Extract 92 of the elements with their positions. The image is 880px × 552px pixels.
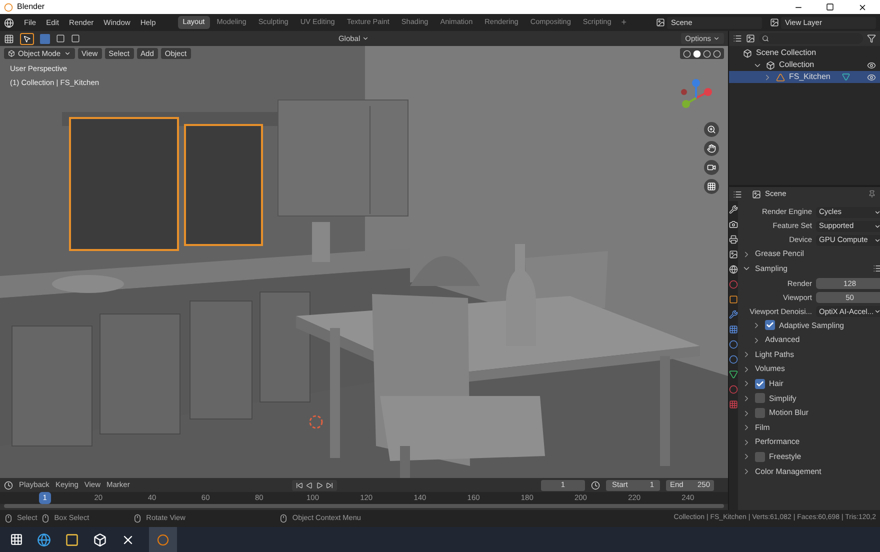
editor-type-icon[interactable] <box>4 480 13 490</box>
outliner-label: Collection <box>779 59 814 71</box>
constraint-tab-icon[interactable] <box>729 355 738 364</box>
editor-type-icon[interactable] <box>4 34 14 44</box>
display-mode-icon[interactable] <box>746 34 755 43</box>
caret-icon[interactable] <box>742 250 751 259</box>
play-icon[interactable] <box>316 482 323 488</box>
scene-icon <box>752 190 761 198</box>
select-tool-button[interactable] <box>20 32 34 44</box>
chevron-down-icon <box>713 35 720 42</box>
caret-icon[interactable] <box>742 466 751 476</box>
chevron-down-icon <box>362 35 370 42</box>
filter-icon[interactable] <box>867 34 876 43</box>
render-tab-icon[interactable] <box>729 220 738 229</box>
play-reverse-icon[interactable] <box>306 482 313 488</box>
check-icon <box>756 380 764 388</box>
search-icon <box>762 35 769 42</box>
chevron-down-icon <box>874 308 880 315</box>
jump-end-icon[interactable] <box>326 482 333 488</box>
material-shading-icon[interactable] <box>703 50 711 58</box>
object-tab-icon[interactable] <box>729 295 738 304</box>
taskbar-app-button[interactable] <box>149 527 177 552</box>
list-icon[interactable] <box>872 264 880 274</box>
scene-tab-icon[interactable] <box>729 265 738 274</box>
rendered-shading-icon[interactable] <box>713 50 721 58</box>
checkbox[interactable] <box>765 320 775 330</box>
video-camera-icon <box>707 163 716 172</box>
mouse-icon <box>41 514 50 523</box>
chevron-down-icon <box>64 50 71 57</box>
outliner-row[interactable]: FS_Kitchen <box>729 71 880 83</box>
stopwatch-icon[interactable] <box>591 480 600 490</box>
outliner-row[interactable]: Scene Collection <box>729 47 880 59</box>
data-tab-icon[interactable] <box>729 370 738 379</box>
pin-icon[interactable] <box>868 190 876 198</box>
physics-tab-icon[interactable] <box>729 340 738 349</box>
modifier-tab-icon[interactable] <box>729 310 738 319</box>
caret-icon[interactable] <box>742 452 751 462</box>
world-tab-icon[interactable] <box>729 280 738 289</box>
checkbox[interactable] <box>755 408 765 418</box>
shading-buttons[interactable] <box>680 48 724 59</box>
browser-icon[interactable] <box>37 532 51 546</box>
mouse-icon <box>133 514 142 523</box>
checkbox[interactable] <box>755 393 765 404</box>
outliner-label: Scene Collection <box>756 47 816 59</box>
outliner-row[interactable]: Collection <box>729 59 880 71</box>
caret-icon[interactable] <box>742 423 751 432</box>
window-title: Blender <box>17 1 45 13</box>
solid-shading-icon[interactable] <box>693 50 701 58</box>
visibility-icon[interactable] <box>867 60 876 70</box>
material-tab-icon[interactable] <box>729 385 738 394</box>
collection-icon <box>743 48 752 58</box>
zoom-in-icon <box>707 125 716 134</box>
caret-icon[interactable] <box>742 350 751 360</box>
maximize-icon <box>826 3 834 11</box>
check-icon <box>766 321 774 330</box>
output-tab-icon[interactable] <box>729 235 738 244</box>
view-layer-icon[interactable] <box>770 18 779 27</box>
checkbox[interactable] <box>755 452 765 462</box>
mouse-icon <box>279 514 288 523</box>
add-workspace-button[interactable]: + <box>618 16 630 30</box>
checkbox[interactable] <box>755 378 765 389</box>
caret-icon[interactable] <box>752 336 761 345</box>
caret-icon[interactable] <box>742 379 751 388</box>
texture-tab-icon[interactable] <box>729 400 738 409</box>
caret-icon[interactable] <box>752 320 761 330</box>
caret-icon[interactable] <box>742 408 751 418</box>
object-icon <box>776 72 785 82</box>
editor-type-icon[interactable] <box>733 34 742 43</box>
mouse-icon <box>4 514 13 523</box>
cube-icon <box>8 50 15 57</box>
wireframe-shading-icon[interactable] <box>683 50 691 58</box>
editor-type-icon[interactable] <box>733 190 742 198</box>
visibility-icon[interactable] <box>867 72 876 82</box>
view-layer-tab-icon[interactable] <box>729 250 738 259</box>
mesh-icon <box>842 73 850 81</box>
search-field[interactable] <box>759 33 863 44</box>
tool-tab-icon[interactable] <box>729 205 738 214</box>
3d-cursor-icon <box>308 414 324 430</box>
caret-icon[interactable] <box>742 364 751 374</box>
start-icon[interactable] <box>10 533 23 546</box>
collection-icon <box>766 60 775 70</box>
jump-start-icon[interactable] <box>296 482 303 488</box>
grid-lines-icon <box>707 182 716 191</box>
scene-icon[interactable] <box>656 18 665 27</box>
caret-icon[interactable] <box>742 438 751 447</box>
caret-icon[interactable] <box>742 394 751 403</box>
particles-tab-icon[interactable] <box>729 325 738 334</box>
close-icon <box>858 2 866 12</box>
cursor-arrow-icon <box>23 34 31 42</box>
hand-icon <box>707 144 716 153</box>
outliner-label: FS_Kitchen <box>789 71 830 83</box>
scrollbar[interactable] <box>4 504 724 508</box>
